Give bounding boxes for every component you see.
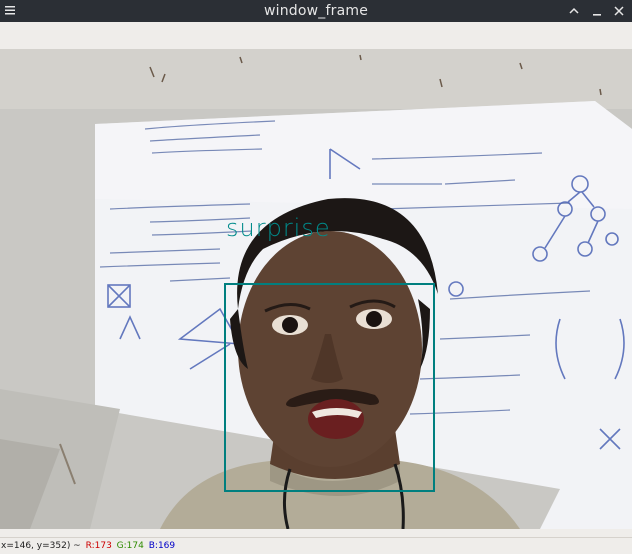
face-bounding-box xyxy=(224,283,435,492)
green-value: G:174 xyxy=(116,541,144,551)
emotion-label: surprise xyxy=(226,214,331,242)
window-titlebar: window_frame xyxy=(0,0,632,22)
status-bar: x=146, y=352) ~ R:173 G:174 B:169 xyxy=(0,537,632,554)
window-title: window_frame xyxy=(263,3,369,19)
chevron-up-icon[interactable] xyxy=(565,2,583,20)
camera-frame: surprise xyxy=(0,49,632,529)
minimize-icon[interactable] xyxy=(588,2,606,20)
red-value: R:173 xyxy=(85,541,112,551)
close-icon[interactable] xyxy=(610,2,628,20)
toolbar xyxy=(0,22,632,50)
blue-value: B:169 xyxy=(148,541,176,551)
cursor-coords: x=146, y=352) ~ xyxy=(1,541,81,551)
